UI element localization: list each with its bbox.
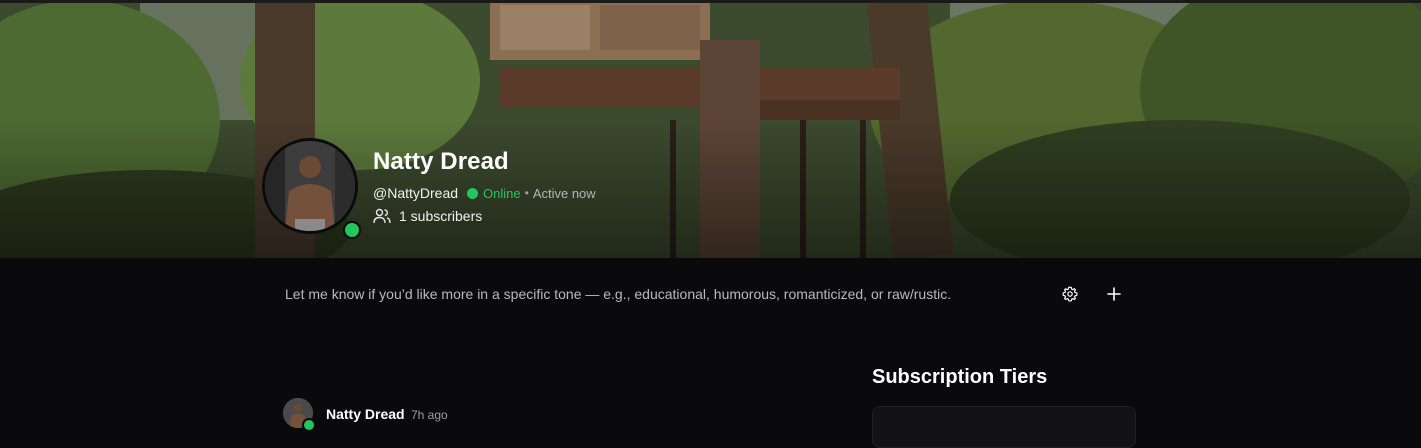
online-indicator (343, 221, 361, 239)
profile-name: Natty Dread (373, 148, 509, 175)
avatar-photo (265, 141, 355, 231)
settings-button[interactable] (1058, 282, 1082, 306)
handle-row: @NattyDread Online • Active now (373, 184, 596, 202)
subscription-tiers-title: Subscription Tiers (872, 366, 1048, 388)
top-border (0, 0, 1421, 3)
separator-dot: • (524, 186, 529, 200)
profile-handle: @NattyDread (373, 185, 459, 201)
tier-card[interactable] (872, 406, 1136, 448)
post-avatar[interactable] (283, 398, 316, 432)
gear-icon (1062, 286, 1078, 302)
post-time: 7h ago (411, 408, 448, 422)
status-online: Online (483, 185, 521, 201)
plus-icon (1107, 287, 1121, 301)
activity-status: Active now (532, 185, 596, 201)
post-author[interactable]: Natty Dread (326, 406, 405, 422)
cover-image (0, 0, 1421, 258)
profile-avatar[interactable] (262, 138, 361, 239)
users-icon (373, 208, 391, 224)
avatar (262, 138, 358, 234)
subscribers-label: 1 subscribers (399, 208, 483, 224)
cover-shade (0, 118, 1421, 258)
online-indicator (302, 418, 316, 432)
subscribers-count: 1 subscribers (373, 208, 482, 224)
status-dot (467, 187, 479, 199)
add-button[interactable] (1102, 282, 1126, 306)
profile-bio: Let me know if you’d like more in a spec… (285, 286, 952, 302)
